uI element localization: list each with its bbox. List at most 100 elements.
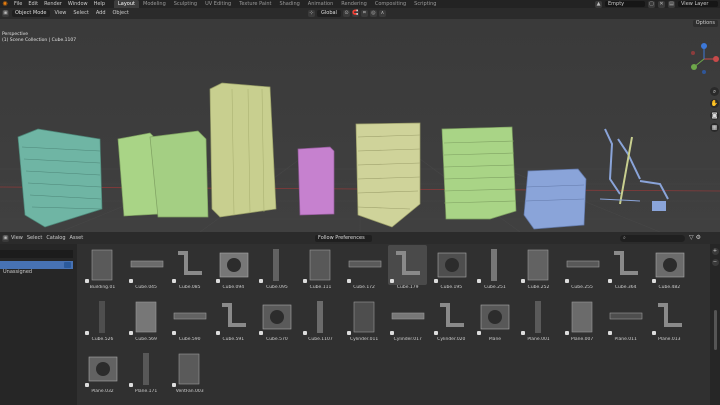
view-layer-icon[interactable]: ▤ [668, 0, 675, 8]
tab-compositing[interactable]: Compositing [371, 0, 410, 8]
zoom-out-icon[interactable]: − [711, 259, 719, 266]
import-method-dropdown[interactable]: Follow Preferences [315, 235, 372, 242]
asset-tile[interactable]: Cube.526 [81, 297, 124, 347]
settings-gear-icon[interactable]: ⚙ [696, 234, 701, 241]
object-blue-block[interactable] [523, 168, 587, 230]
asset-thumbnail [519, 297, 558, 337]
tab-sculpting[interactable]: Sculpting [170, 0, 201, 8]
menu-add[interactable]: Add [94, 8, 108, 19]
asset-tile[interactable]: Plane.001 [517, 297, 560, 347]
asset-tile[interactable]: Plane.007 [561, 297, 604, 347]
ab-menu-select[interactable]: Select [25, 232, 44, 244]
asset-tile[interactable]: VentFan.003 [168, 349, 211, 399]
asset-tile[interactable]: Plane.013 [648, 297, 691, 347]
asset-tile[interactable]: Building.01 [81, 245, 124, 295]
object-green-block[interactable] [117, 130, 209, 218]
options-dropdown[interactable]: Options [692, 20, 718, 27]
asset-tile[interactable]: Cube.251 [473, 245, 516, 295]
asset-tile[interactable]: Cube.085 [168, 245, 211, 295]
catalog-unassigned[interactable]: Unassigned [0, 268, 73, 276]
asset-tile[interactable]: Cube.094 [212, 245, 255, 295]
tab-texture-paint[interactable]: Texture Paint [235, 0, 275, 8]
asset-tile[interactable]: Cube.252 [517, 245, 560, 295]
asset-tile[interactable]: Cube.590 [168, 297, 211, 347]
menu-help[interactable]: Help [91, 0, 108, 8]
asset-editor-icon[interactable]: ▣ [2, 234, 9, 242]
tab-shading[interactable]: Shading [275, 0, 303, 8]
editor-type-icon[interactable]: ▣ [2, 10, 9, 17]
snap-settings-icon[interactable]: ⌗ [360, 10, 368, 17]
menu-edit[interactable]: Edit [25, 0, 41, 8]
asset-mark-icon [346, 331, 351, 335]
object-curved-tower[interactable] [355, 122, 421, 228]
ab-menu-catalog[interactable]: Catalog [44, 232, 67, 244]
object-pink-block[interactable] [297, 146, 335, 216]
view-layer-field[interactable]: View Layer [678, 1, 718, 7]
grid-icon[interactable]: ▦ [710, 123, 719, 132]
asset-thumbnail [127, 349, 166, 389]
asset-tile[interactable]: Cube.172 [343, 245, 386, 295]
asset-tile[interactable]: Cube.255 [561, 245, 604, 295]
object-green-tower[interactable] [441, 126, 517, 220]
blender-logo-icon[interactable]: ◉ [1, 1, 9, 7]
menu-file[interactable]: File [11, 0, 25, 8]
copy-icon[interactable]: ▢ [648, 0, 655, 8]
asset-tile[interactable]: Cube.045 [125, 245, 168, 295]
asset-tile[interactable]: Cylinder.011 [343, 297, 386, 347]
object-mode-dropdown[interactable]: Object Mode [12, 10, 50, 17]
asset-tile[interactable]: Cube.364 [604, 245, 647, 295]
asset-tile[interactable]: Cube.570 [255, 297, 298, 347]
object-tall-tower[interactable] [209, 82, 277, 218]
tab-rendering[interactable]: Rendering [337, 0, 371, 8]
scene-icon[interactable]: ▲ [595, 0, 602, 8]
asset-tile[interactable]: Cube.195 [430, 245, 473, 295]
orientation-icon[interactable]: ⊹ [308, 10, 315, 17]
scene-field[interactable]: Empty [605, 1, 645, 7]
menu-render[interactable]: Render [41, 0, 65, 8]
ab-menu-asset[interactable]: Asset [68, 232, 86, 244]
menu-view[interactable]: View [53, 8, 69, 19]
filter-icon[interactable]: ▽ [689, 234, 694, 241]
tab-scripting[interactable]: Scripting [410, 0, 440, 8]
asset-name: Cube.255 [571, 285, 593, 290]
proportional-edit-icon[interactable]: ◎ [369, 10, 377, 17]
zoom-icon[interactable]: ⌕ [710, 87, 719, 96]
ab-menu-view[interactable]: View [9, 232, 25, 244]
pan-icon[interactable]: ✋ [710, 99, 719, 108]
navigation-gizmo[interactable] [688, 41, 720, 77]
asset-tile[interactable]: Plane [473, 297, 516, 347]
tab-layout[interactable]: Layout [114, 0, 139, 8]
asset-tile[interactable]: Cube.179 [386, 245, 429, 295]
asset-tile[interactable]: Cylinder.020 [430, 297, 473, 347]
asset-tile[interactable]: Cube.591 [212, 297, 255, 347]
asset-tile[interactable]: Plane.032 [81, 349, 124, 399]
asset-name: Cube.172 [353, 285, 375, 290]
library-select-row[interactable] [0, 250, 73, 258]
asset-tile[interactable]: Cube.111 [299, 245, 342, 295]
3d-viewport[interactable]: Perspective (1) Scene Collection | Cube.… [0, 19, 720, 232]
asset-tile[interactable]: Plane.171 [125, 349, 168, 399]
tab-animation[interactable]: Animation [304, 0, 338, 8]
camera-icon[interactable]: ◙ [710, 111, 719, 120]
asset-tile[interactable]: Cube.095 [255, 245, 298, 295]
asset-scrollbar[interactable] [714, 310, 717, 350]
asset-search-input[interactable]: ⌕ [620, 235, 685, 242]
orientation-dropdown[interactable]: Global [317, 10, 341, 17]
asset-preview-shape [263, 304, 292, 330]
zoom-in-icon[interactable]: + [711, 248, 719, 255]
asset-tile[interactable]: Cylinder.017 [386, 297, 429, 347]
menu-object[interactable]: Object [111, 8, 131, 19]
object-teal-stairs[interactable] [17, 128, 103, 228]
asset-tile[interactable]: Cube.482 [648, 245, 691, 295]
asset-tile[interactable]: Plane.011 [604, 297, 647, 347]
asset-tile[interactable]: Cube.569 [125, 297, 168, 347]
tab-modeling[interactable]: Modeling [139, 0, 170, 8]
falloff-icon[interactable]: ∧ [378, 10, 386, 17]
pivot-icon[interactable]: ⊙ [342, 10, 350, 17]
tab-uv-editing[interactable]: UV Editing [201, 0, 235, 8]
menu-window[interactable]: Window [65, 0, 91, 8]
menu-select[interactable]: Select [71, 8, 90, 19]
asset-tile[interactable]: Cube.1107 [299, 297, 342, 347]
close-icon[interactable]: ✕ [658, 0, 665, 8]
snap-icon[interactable]: 🧲 [351, 10, 359, 17]
